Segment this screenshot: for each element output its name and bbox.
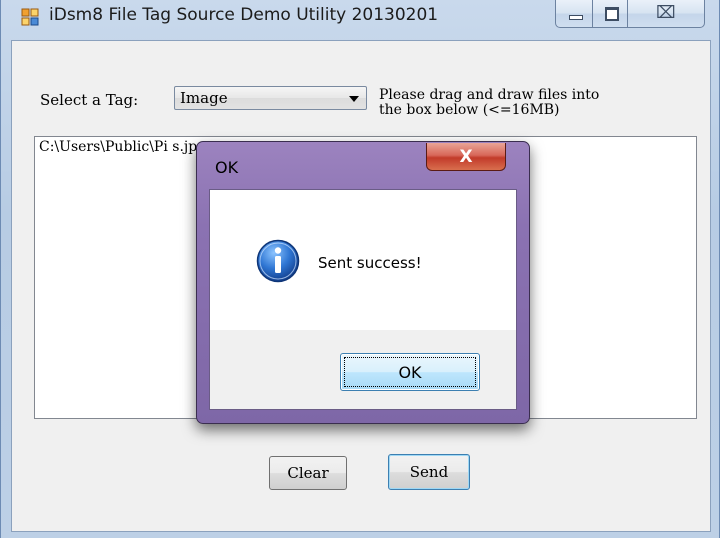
- clear-button[interactable]: Clear: [269, 456, 347, 490]
- dialog-title: OK: [215, 158, 239, 177]
- dialog-body: Sent success! OK: [209, 189, 517, 410]
- info-icon: [256, 239, 300, 283]
- tag-label: Select a Tag:: [40, 91, 139, 109]
- tag-select-value: Image: [180, 89, 228, 107]
- close-button[interactable]: ⌧: [627, 0, 705, 28]
- maximize-button[interactable]: [592, 0, 628, 28]
- close-icon: X: [459, 146, 473, 167]
- tag-select[interactable]: Image: [174, 86, 367, 110]
- send-button[interactable]: Send: [388, 454, 470, 490]
- title-bar[interactable]: iDsm8 File Tag Source Demo Utility 20130…: [1, 0, 720, 40]
- close-icon: ⌧: [656, 3, 676, 23]
- dialog-message: Sent success!: [318, 254, 422, 272]
- file-path: C:\Users\Public\Pi s.jpg: [39, 139, 207, 155]
- dialog-close-button[interactable]: X: [426, 143, 506, 171]
- caption-buttons: ⌧: [555, 0, 713, 30]
- chevron-down-icon[interactable]: [349, 96, 359, 102]
- message-dialog: OK X Sent success! OK: [196, 141, 530, 424]
- minimize-button[interactable]: [555, 0, 593, 28]
- drop-hint: Please drag and draw files into the box …: [379, 88, 699, 118]
- drop-hint-line1: Please drag and draw files into: [379, 87, 600, 103]
- ok-button[interactable]: OK: [340, 353, 480, 391]
- app-icon: [21, 8, 39, 26]
- window-title: iDsm8 File Tag Source Demo Utility 20130…: [49, 5, 439, 25]
- drop-hint-line2: the box below (<=16MB): [379, 102, 560, 118]
